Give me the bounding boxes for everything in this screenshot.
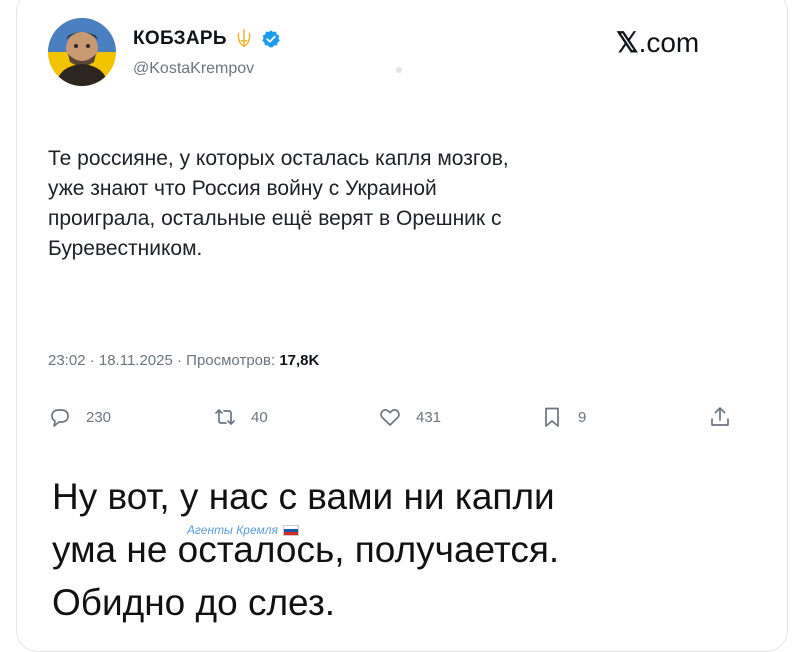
verified-icon: [262, 30, 280, 48]
site-logo: 𝕏.com: [616, 26, 699, 59]
like-button[interactable]: 431: [378, 405, 441, 429]
like-count: 431: [416, 408, 442, 426]
bookmark-icon: [545, 407, 559, 427]
x-logo-glyph: 𝕏: [616, 27, 639, 58]
reply-count: 230: [86, 408, 112, 426]
repost-count: 40: [251, 408, 268, 426]
share-button[interactable]: [708, 405, 732, 429]
watermark-text: Агенты Кремля: [187, 523, 278, 537]
tweet-meta: 23:02 · 18.11.2025 · Просмотров: 17,8K: [48, 352, 319, 369]
like-icon: [380, 409, 400, 426]
decorative-dot: [396, 67, 402, 73]
author-name-row[interactable]: КОБЗАРЬ: [133, 28, 281, 50]
share-icon: [711, 407, 729, 426]
avatar-portrait: [48, 18, 116, 86]
action-bar: 230 40 431 9: [48, 405, 748, 445]
view-count: 17,8K: [279, 352, 320, 369]
trident-icon: [237, 29, 251, 48]
author-handle[interactable]: @KostaKrempov: [133, 60, 254, 78]
tweet-timestamp[interactable]: 23:02 · 18.11.2025 · Просмотров:: [48, 352, 279, 369]
display-name[interactable]: КОБЗАРЬ: [133, 28, 227, 50]
reply-icon: [51, 409, 69, 427]
repost-icon: [215, 409, 235, 425]
avatar[interactable]: [48, 18, 116, 86]
russia-flag-icon: [282, 524, 299, 536]
repost-button[interactable]: 40: [213, 405, 268, 429]
bookmark-count: 9: [578, 408, 587, 426]
tweet-text: Те россияне, у которых осталась капля мо…: [48, 147, 509, 260]
watermark: Агенты Кремля: [187, 523, 299, 537]
bookmark-button[interactable]: 9: [540, 405, 586, 429]
meme-caption: Ну вот, у нас с вами ни капли ума не ост…: [52, 476, 560, 623]
site-domain: .com: [638, 27, 700, 58]
reply-button[interactable]: 230: [48, 405, 111, 429]
